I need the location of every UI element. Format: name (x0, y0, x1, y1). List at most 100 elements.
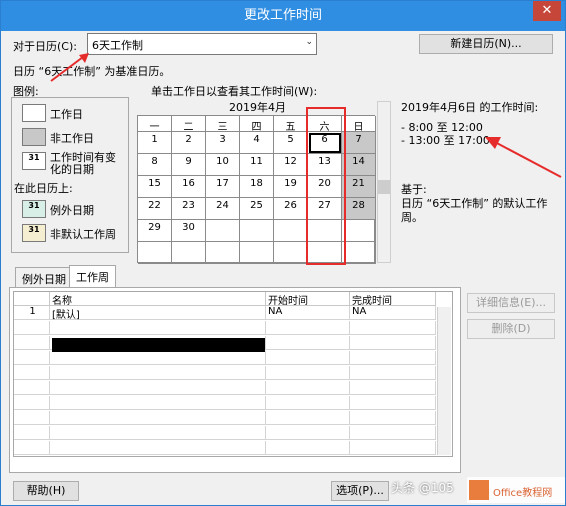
close-button[interactable]: ✕ (533, 1, 561, 21)
calendar-day[interactable]: 4 (240, 132, 274, 154)
table-cell[interactable] (266, 336, 350, 350)
table-cell[interactable] (350, 441, 436, 455)
calendar-day (240, 242, 274, 264)
based-on-label: 基于: (401, 183, 427, 196)
calendar-day (206, 220, 240, 242)
calendar-day[interactable]: 19 (274, 176, 308, 198)
table-cell[interactable] (266, 321, 350, 335)
tab-exceptions[interactable]: 例外日期 (15, 267, 73, 287)
table-cell[interactable] (266, 381, 350, 395)
table-cell[interactable] (266, 366, 350, 380)
calendar-day[interactable]: 9 (172, 154, 206, 176)
for-calendar-value[interactable]: 6天工作制 (92, 39, 143, 52)
table-cell[interactable] (350, 411, 436, 425)
table-cell[interactable]: [默认] (50, 306, 266, 321)
table-cell[interactable] (50, 351, 266, 365)
new-calendar-button[interactable]: 新建日历(N)... (419, 34, 553, 54)
table-cell[interactable] (350, 396, 436, 410)
weekday-header: 五 (274, 116, 308, 133)
calendar-day[interactable]: 12 (274, 154, 308, 176)
table-cell[interactable] (350, 426, 436, 440)
details-button[interactable]: 详细信息(E)... (467, 293, 555, 313)
table-cell[interactable] (50, 381, 266, 395)
chevron-down-icon[interactable]: ⌄ (305, 37, 313, 47)
calendar-day[interactable]: 24 (206, 198, 240, 220)
table-cell[interactable] (50, 321, 266, 335)
legend-on-this-calendar: 在此日历上: (14, 182, 73, 195)
legend-box: 工作日 非工作日 31 工作时间有变化的日期 在此日历上: 31 例外日期 31… (11, 97, 129, 253)
table-cell[interactable] (350, 381, 436, 395)
table-cell[interactable] (50, 411, 266, 425)
calendar-day[interactable]: 11 (240, 154, 274, 176)
table-cell[interactable] (266, 411, 350, 425)
col-start-header[interactable]: 开始时间 (266, 292, 350, 307)
scroll-thumb[interactable] (378, 180, 390, 194)
table-cell[interactable] (350, 351, 436, 365)
table-cell[interactable] (266, 426, 350, 440)
help-button[interactable]: 帮助(H) (13, 481, 79, 501)
exception-day-swatch: 31 (22, 200, 46, 218)
legend-working-day: 工作日 (50, 108, 83, 121)
calendar-day (274, 220, 308, 242)
calendar-day (342, 242, 376, 264)
calendar-day[interactable]: 30 (172, 220, 206, 242)
calendar-day[interactable]: 21 (342, 176, 376, 198)
close-icon[interactable]: ✕ (542, 3, 553, 18)
weekday-header: 四 (240, 116, 274, 133)
delete-button[interactable]: 删除(D) (467, 319, 555, 339)
calendar-day[interactable]: 1 (138, 132, 172, 154)
table-scrollbar[interactable] (437, 307, 451, 455)
nondefault-week-swatch: 31 (22, 224, 46, 242)
table-cell[interactable] (50, 426, 266, 440)
weekday-header: 三 (206, 116, 240, 133)
table-cell[interactable] (50, 441, 266, 455)
col-finish-header[interactable]: 完成时间 (350, 292, 436, 307)
calendar-day[interactable]: 25 (240, 198, 274, 220)
row-index (14, 336, 50, 350)
calendar-day[interactable]: 7 (342, 132, 376, 154)
row-index (14, 426, 50, 440)
table-cell[interactable] (50, 396, 266, 410)
calendar-scrollbar[interactable] (377, 101, 391, 263)
for-calendar-select[interactable]: 6天工作制 ⌄ (87, 33, 317, 55)
table-cell[interactable] (266, 441, 350, 455)
table-cell[interactable] (266, 396, 350, 410)
table-cell[interactable]: NA (266, 306, 350, 320)
calendar-day[interactable]: 22 (138, 198, 172, 220)
table-cell[interactable] (350, 366, 436, 380)
legend-changed-hours: 工作时间有变化的日期 (50, 151, 116, 176)
title-bar: 更改工作时间 ✕ (1, 1, 565, 31)
table-cell[interactable] (350, 321, 436, 335)
calendar-day[interactable]: 26 (274, 198, 308, 220)
table-cell[interactable] (50, 366, 266, 380)
logo-text: Office教程网 (493, 488, 553, 499)
calendar-day[interactable]: 8 (138, 154, 172, 176)
row-index (14, 366, 50, 380)
arrow-annotation-select (50, 53, 89, 82)
table-cell[interactable] (350, 336, 436, 350)
calendar-day[interactable]: 23 (172, 198, 206, 220)
calendar-day[interactable]: 16 (172, 176, 206, 198)
calendar-day[interactable]: 3 (206, 132, 240, 154)
window-title: 更改工作时间 (243, 8, 322, 23)
table-cell[interactable] (266, 351, 350, 365)
calendar-day[interactable]: 14 (342, 154, 376, 176)
legend-nonworking-day: 非工作日 (50, 132, 94, 145)
watermark-text: 头条 @105 (391, 481, 454, 495)
calendar-day[interactable]: 29 (138, 220, 172, 242)
options-button[interactable]: 选项(P)... (331, 481, 389, 501)
table-cell[interactable]: NA (350, 306, 436, 320)
calendar-day[interactable]: 15 (138, 176, 172, 198)
calendar-day[interactable]: 10 (206, 154, 240, 176)
calendar-month: 2019年4月 (229, 101, 286, 114)
legend-nondefault-week: 非默认工作周 (50, 228, 116, 241)
calendar-day[interactable]: 17 (206, 176, 240, 198)
col-name-header[interactable]: 名称 (50, 292, 266, 307)
tab-work-weeks[interactable]: 工作周 (69, 265, 116, 287)
weekday-header: 一 (138, 116, 172, 133)
selected-name-cell[interactable] (52, 338, 265, 352)
calendar-day[interactable]: 18 (240, 176, 274, 198)
calendar-day[interactable]: 28 (342, 198, 376, 220)
calendar-day[interactable]: 2 (172, 132, 206, 154)
calendar-day[interactable]: 5 (274, 132, 308, 154)
